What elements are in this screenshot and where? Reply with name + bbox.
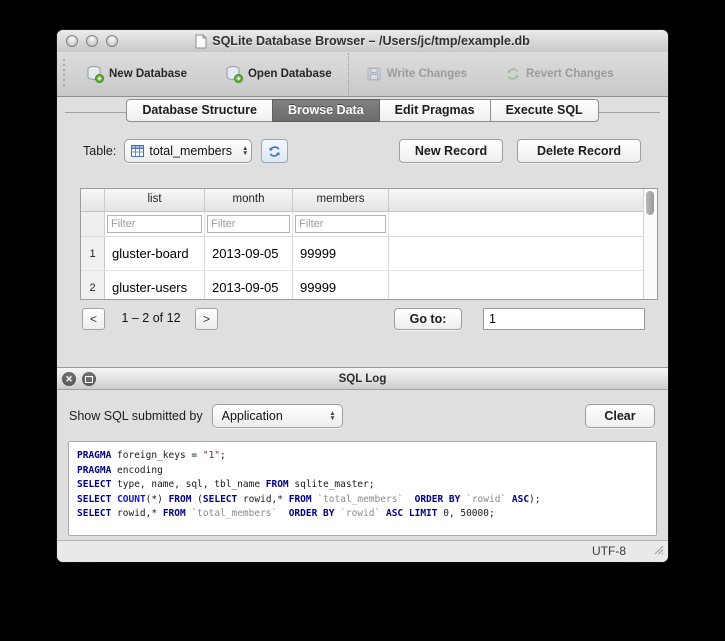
- toolbar: New Database Open Database: [57, 52, 668, 97]
- titlebar[interactable]: SQLite Database Browser – /Users/jc/tmp/…: [57, 30, 668, 53]
- encoding-label: UTF-8: [592, 544, 626, 558]
- revert-changes-icon: [505, 66, 521, 82]
- tab-browse-data[interactable]: Browse Data: [272, 99, 380, 122]
- write-changes-label: Write Changes: [387, 68, 467, 80]
- cell-members[interactable]: 99999: [293, 271, 389, 299]
- app-window: SQLite Database Browser – /Users/jc/tmp/…: [57, 30, 668, 562]
- data-table: list month members 1gluster-board2013-09…: [80, 188, 658, 300]
- column-header-members[interactable]: members: [293, 189, 389, 211]
- record-range-label: 1 – 2 of 12: [110, 311, 192, 325]
- sql-log-header[interactable]: ✕ SQL Log: [57, 367, 668, 390]
- column-header-list[interactable]: list: [105, 189, 205, 211]
- sql-log-output[interactable]: PRAGMA foreign_keys = "1";PRAGMA encodin…: [68, 441, 657, 536]
- new-record-button[interactable]: New Record: [399, 139, 503, 163]
- sql-log-line: PRAGMA encoding: [77, 464, 648, 479]
- table-icon: [131, 145, 144, 157]
- table-scrollbar-thumb[interactable]: [646, 191, 654, 215]
- row-number-cell[interactable]: 2: [81, 271, 105, 299]
- cell-month[interactable]: 2013-09-05: [205, 237, 293, 270]
- new-database-label: New Database: [109, 68, 187, 80]
- cell-spacer: [389, 271, 644, 299]
- write-changes-icon: [366, 66, 382, 82]
- table-scrollbar[interactable]: [643, 189, 657, 299]
- column-header-month[interactable]: month: [205, 189, 293, 211]
- cell-spacer: [389, 237, 644, 270]
- cell-members[interactable]: 99999: [293, 237, 389, 270]
- goto-record-input[interactable]: [483, 308, 645, 330]
- clear-log-button[interactable]: Clear: [585, 404, 655, 428]
- row-number-header: [81, 189, 105, 211]
- undock-panel-icon[interactable]: [82, 372, 96, 386]
- toolbar-separator: [348, 53, 350, 95]
- browse-data-panel: Table: total_members ▲▼: [57, 123, 668, 367]
- table-select[interactable]: total_members ▲▼: [124, 139, 252, 163]
- column-header-spacer: [389, 189, 644, 211]
- traffic-lights: [66, 35, 118, 47]
- status-bar: UTF-8: [57, 540, 668, 562]
- show-sql-label: Show SQL submitted by: [69, 409, 203, 423]
- sql-source-value: Application: [219, 409, 291, 423]
- sql-log-panel: ✕ SQL Log Show SQL submitted by Applicat…: [57, 367, 668, 540]
- delete-record-button[interactable]: Delete Record: [517, 139, 641, 163]
- previous-page-button[interactable]: <: [82, 308, 105, 330]
- new-database-button[interactable]: New Database: [80, 61, 193, 87]
- sql-log-line: PRAGMA foreign_keys = "1";: [77, 449, 648, 464]
- cell-list[interactable]: gluster-board: [105, 237, 205, 270]
- zoom-window-button[interactable]: [106, 35, 118, 47]
- goto-button[interactable]: Go to:: [394, 308, 462, 330]
- title-area: SQLite Database Browser – /Users/jc/tmp/…: [57, 30, 668, 52]
- document-icon: [195, 34, 207, 49]
- desktop-background: SQLite Database Browser – /Users/jc/tmp/…: [0, 0, 725, 641]
- sql-log-line: SELECT rowid,* FROM `total_members` ORDE…: [77, 507, 648, 522]
- open-database-label: Open Database: [248, 68, 332, 80]
- filter-input-month[interactable]: [207, 215, 290, 233]
- sql-log-line: SELECT type, name, sql, tbl_name FROM sq…: [77, 478, 648, 493]
- revert-changes-button[interactable]: Revert Changes: [499, 62, 620, 86]
- refresh-table-button[interactable]: [261, 139, 288, 163]
- tab-database-structure[interactable]: Database Structure: [126, 99, 273, 122]
- table-row[interactable]: 1gluster-board2013-09-0599999: [81, 237, 644, 271]
- next-page-button[interactable]: >: [195, 308, 218, 330]
- tab-edit-pragmas[interactable]: Edit Pragmas: [379, 99, 491, 122]
- table-row[interactable]: 2gluster-users2013-09-0599999: [81, 271, 644, 299]
- tab-bar: Database Structure Browse Data Edit Prag…: [57, 96, 668, 123]
- close-window-button[interactable]: [66, 35, 78, 47]
- sql-log-title: SQL Log: [57, 368, 668, 390]
- table-header-row: list month members: [81, 189, 644, 212]
- table-select-value: total_members: [144, 144, 240, 158]
- sql-source-select[interactable]: Application ▲▼: [212, 404, 343, 428]
- select-stepper-icon: ▲▼: [327, 411, 337, 421]
- filter-row: [81, 212, 644, 237]
- table-label: Table:: [83, 144, 116, 158]
- revert-changes-label: Revert Changes: [526, 68, 614, 80]
- open-database-button[interactable]: Open Database: [219, 61, 338, 87]
- select-stepper-icon: ▲▼: [240, 146, 250, 156]
- close-panel-icon[interactable]: ✕: [62, 372, 76, 386]
- filter-input-list[interactable]: [107, 215, 202, 233]
- toolbar-drag-handle[interactable]: [62, 59, 66, 89]
- open-database-icon: [225, 65, 243, 83]
- cell-month[interactable]: 2013-09-05: [205, 271, 293, 299]
- minimize-window-button[interactable]: [86, 35, 98, 47]
- tab-execute-sql[interactable]: Execute SQL: [490, 99, 599, 122]
- pagination-bar: < 1 – 2 of 12 > Go to:: [57, 308, 668, 332]
- cell-list[interactable]: gluster-users: [105, 271, 205, 299]
- write-changes-button[interactable]: Write Changes: [360, 62, 473, 86]
- new-database-icon: [86, 65, 104, 83]
- row-number-cell[interactable]: 1: [81, 237, 105, 270]
- refresh-icon: [267, 144, 282, 159]
- resize-grip-icon[interactable]: [652, 542, 664, 560]
- window-title: SQLite Database Browser – /Users/jc/tmp/…: [212, 34, 529, 48]
- filter-input-members[interactable]: [295, 215, 386, 233]
- sql-log-line: SELECT COUNT(*) FROM (SELECT rowid,* FRO…: [77, 493, 648, 508]
